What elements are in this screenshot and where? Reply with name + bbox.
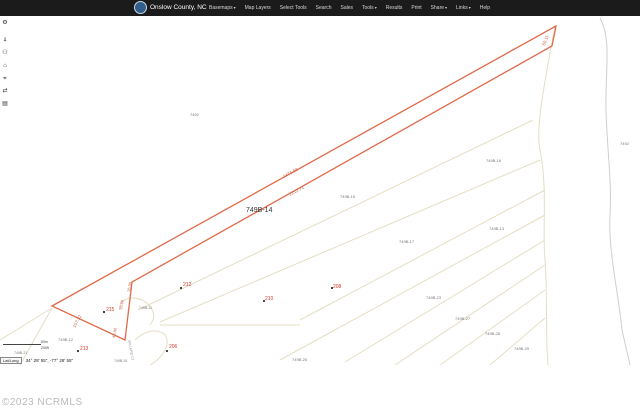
- address-points: 212 210 208 215 213 206: [76, 282, 342, 353]
- parcel-label: 749B-28: [485, 331, 501, 336]
- coordinate-readout: Lat/Long 34° 28' 55", -77° 28' 55": [0, 356, 160, 364]
- parcel-label: 749B-27: [455, 316, 471, 321]
- top-navbar: Onslow County, NC Basemaps▾ Map Layers S…: [0, 0, 640, 16]
- parcel-map[interactable]: 749B-14 1471.58 1212.71 60.11 157.32 45.…: [0, 16, 640, 365]
- chevron-down-icon: ▾: [445, 5, 448, 10]
- menu-results[interactable]: Results: [386, 5, 403, 11]
- dimension-label: 1471.58: [282, 167, 299, 179]
- home-icon[interactable]: ⌂: [1, 62, 9, 70]
- parcel-label: 749B-23: [426, 295, 442, 300]
- map-toolbar: ⚙ ⍋ ⚇ ⌂ ⌖ ⇄ ▤: [0, 16, 10, 116]
- dimension-label: 35.00: [118, 299, 125, 310]
- share-icon[interactable]: ⇄: [1, 87, 9, 95]
- menu-basemaps[interactable]: Basemaps▾: [209, 5, 236, 11]
- pin-icon[interactable]: ⍋: [1, 36, 9, 44]
- address-label: 208: [333, 284, 342, 290]
- map-canvas[interactable]: 749B-14 1471.58 1212.71 60.11 157.32 45.…: [0, 16, 640, 365]
- scale-bottom-label: 200ft: [41, 346, 49, 350]
- dimension-label: 60.11: [541, 34, 550, 46]
- parcel-label: 749B-26: [292, 357, 308, 362]
- brand[interactable]: Onslow County, NC: [134, 1, 207, 14]
- coordinate-value: 34° 28' 55", -77° 28' 55": [25, 357, 74, 363]
- address-label: 215: [106, 307, 115, 313]
- selected-parcel-label: 749B-14: [246, 207, 273, 214]
- binoculars-icon[interactable]: ⚇: [1, 49, 9, 57]
- bottom-area: [0, 365, 640, 410]
- menu-select-tools[interactable]: Select Tools: [280, 5, 307, 11]
- coordinate-mode-select[interactable]: Lat/Long: [0, 356, 22, 364]
- dimension-label: 1212.71: [288, 185, 305, 197]
- shoreline: [599, 17, 631, 365]
- address-label: 213: [80, 346, 89, 352]
- menu-tools[interactable]: Tools▾: [362, 5, 377, 11]
- chevron-down-icon: ▾: [374, 5, 377, 10]
- app-title: Onslow County, NC: [150, 4, 207, 11]
- parcel-label: 749B-16: [486, 158, 502, 163]
- address-label: 212: [183, 282, 192, 288]
- parcel-label: 749B-29: [514, 346, 530, 351]
- trash-icon[interactable]: ▤: [1, 100, 9, 108]
- main-menu: Basemaps▾ Map Layers Select Tools Search…: [209, 0, 499, 16]
- scale-line: [3, 344, 41, 345]
- menu-sales[interactable]: Sales: [340, 5, 353, 11]
- parcel-label: 749B-12: [58, 337, 74, 342]
- scale-top-label: 60m: [41, 340, 48, 344]
- chevron-down-icon: ▾: [468, 5, 471, 10]
- dimension-label: 35.00: [126, 281, 133, 292]
- county-seal-logo: [134, 1, 147, 14]
- chevron-down-icon: ▾: [233, 5, 236, 10]
- gear-icon[interactable]: ⚙: [1, 19, 9, 27]
- parcel-label: 749B-17: [399, 239, 415, 244]
- location-icon[interactable]: ⌖: [1, 75, 9, 83]
- menu-links[interactable]: Links▾: [456, 5, 471, 11]
- menu-share[interactable]: Share▾: [431, 5, 447, 11]
- menu-map-layers[interactable]: Map Layers: [245, 5, 271, 11]
- address-label: 210: [265, 296, 274, 302]
- parcel-lines: [0, 25, 556, 365]
- parcel-label: 749B-11: [139, 306, 152, 310]
- parcel-label: 7492: [620, 141, 630, 146]
- watermark: ©2023 NCRMLS: [2, 397, 83, 408]
- parcel-label: 7492: [190, 112, 200, 117]
- address-label: 206: [169, 344, 178, 350]
- selected-parcel-outline[interactable]: [50, 24, 557, 341]
- scale-bar: 60m 200ft: [3, 340, 55, 352]
- parcel-label: 749B-13: [489, 226, 505, 231]
- menu-print[interactable]: Print: [411, 5, 421, 11]
- menu-help[interactable]: Help: [480, 5, 490, 11]
- menu-search[interactable]: Search: [316, 5, 332, 11]
- parcel-label: 749B-15: [340, 194, 356, 199]
